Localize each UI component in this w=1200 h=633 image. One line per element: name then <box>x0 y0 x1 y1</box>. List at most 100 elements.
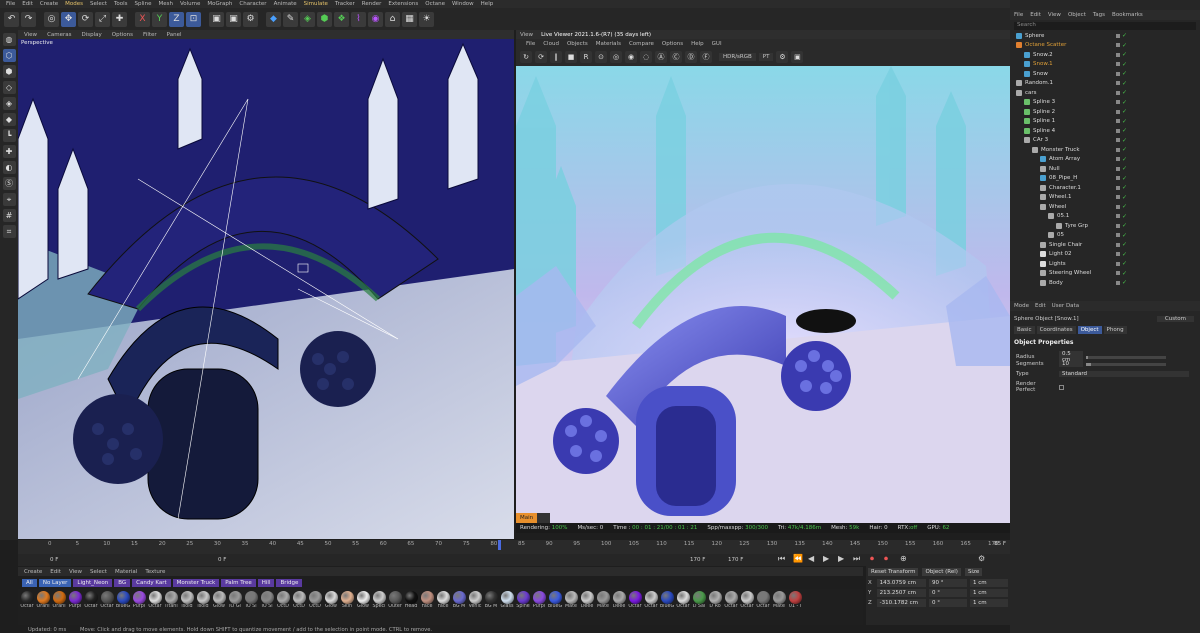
pick-material-icon[interactable]: ◉ <box>625 51 637 63</box>
record-icon[interactable]: ⏺ <box>870 554 874 564</box>
layer-tab-palm-tree[interactable]: Palm Tree <box>221 579 256 587</box>
rotation-x-field[interactable]: 90 ° <box>928 579 967 587</box>
object-menu-bookmarks[interactable]: Bookmarks <box>1112 12 1143 18</box>
visibility-dot[interactable] <box>1116 90 1120 95</box>
lock-icon[interactable]: ⊙ <box>595 51 607 63</box>
enabled-check-icon[interactable]: ✓ <box>1122 32 1127 39</box>
type-select[interactable]: Standard <box>1059 371 1189 377</box>
menu-window[interactable]: Window <box>452 1 474 7</box>
pick-focus-icon[interactable]: ◎ <box>610 51 622 63</box>
lock-workplane-icon[interactable]: ⌗ <box>2 225 16 238</box>
object-row[interactable]: 05 ✓ <box>1010 231 1200 241</box>
viewport-menu-filter[interactable]: Filter <box>143 32 157 38</box>
object-row[interactable]: CAr 3 ✓ <box>1010 136 1200 146</box>
material-item[interactable]: Titani <box>164 591 178 623</box>
menu-render[interactable]: Render <box>362 1 382 7</box>
object-row[interactable]: Spline 1 ✓ <box>1010 117 1200 127</box>
camera-icon[interactable]: ▦ <box>402 11 417 27</box>
material-item[interactable]: Glass <box>500 591 514 623</box>
material-item[interactable]: Purpl <box>532 591 546 623</box>
object-row[interactable]: Character.1 ✓ <box>1010 183 1200 193</box>
material-item[interactable]: IO Gl <box>228 591 242 623</box>
visibility-dot[interactable] <box>1116 176 1120 181</box>
deformer-icon[interactable]: ⌇ <box>351 11 366 27</box>
end-frame-field[interactable]: 170 F <box>690 557 705 563</box>
live-viewer-menu-help[interactable]: Help <box>691 41 704 47</box>
enabled-check-icon[interactable]: ✓ <box>1122 203 1127 210</box>
material-menu-view[interactable]: View <box>69 569 82 575</box>
enabled-check-icon[interactable]: ✓ <box>1122 232 1127 239</box>
tab-view[interactable]: View <box>520 32 533 38</box>
live-selection-icon[interactable]: ◎ <box>44 11 59 27</box>
material-item[interactable]: BlueG <box>116 591 130 623</box>
restart-render-icon[interactable]: ⟳ <box>535 51 547 63</box>
object-menu-file[interactable]: File <box>1014 12 1023 18</box>
pen-icon[interactable]: ✎ <box>283 11 298 27</box>
live-viewer-menu-file[interactable]: File <box>526 41 535 47</box>
viewport-menu-display[interactable]: Display <box>82 32 102 38</box>
size-x-field[interactable]: 1 cm <box>969 579 1008 587</box>
material-item[interactable]: Octar <box>100 591 114 623</box>
material-item[interactable]: Spine <box>516 591 530 623</box>
material-item[interactable]: Mate <box>772 591 786 623</box>
material-item[interactable]: Skin <box>340 591 354 623</box>
material-item[interactable]: IO Sl <box>260 591 274 623</box>
material-item[interactable]: IO Sl <box>244 591 258 623</box>
material-item[interactable]: Glow <box>356 591 370 623</box>
current-frame-field[interactable]: 0 F <box>218 557 226 563</box>
tweak-mode-icon[interactable]: ✚ <box>2 145 16 158</box>
material-item[interactable]: 01 - I <box>788 591 802 623</box>
material-item[interactable]: Octar <box>676 591 690 623</box>
tab-extra[interactable] <box>537 513 551 523</box>
material-item[interactable]: Octar <box>724 591 738 623</box>
segments-slider[interactable] <box>1086 362 1166 366</box>
menu-help[interactable]: Help <box>481 1 494 7</box>
material-item[interactable]: OctD <box>292 591 306 623</box>
play-icon[interactable]: ▶ <box>823 554 829 563</box>
rotate-tool-icon[interactable]: ⟳ <box>78 11 93 27</box>
live-viewer-menu-materials[interactable]: Materials <box>596 41 621 47</box>
points-mode-icon[interactable]: ◇ <box>2 81 16 94</box>
visibility-dot[interactable] <box>1116 271 1120 276</box>
reset-transform-button[interactable]: Reset Transform <box>868 568 919 576</box>
material-item[interactable]: Octar <box>740 591 754 623</box>
attribute-tab-phong[interactable]: Phong <box>1103 326 1127 334</box>
pause-render-icon[interactable]: ‖ <box>550 51 562 63</box>
y-axis-icon[interactable]: Y <box>152 11 167 27</box>
layer-tab-light-neon[interactable]: Light_Neon <box>73 579 113 587</box>
live-viewer-menu-gui[interactable]: GUI <box>712 41 722 47</box>
z-axis-icon[interactable]: Z <box>169 11 184 27</box>
material-item[interactable]: Orani <box>52 591 66 623</box>
x-axis-icon[interactable]: X <box>135 11 150 27</box>
menu-octane[interactable]: Octane <box>425 1 445 7</box>
grid-icon[interactable]: # <box>2 209 16 222</box>
material-item[interactable]: BG M <box>484 591 498 623</box>
material-item[interactable]: Octar <box>628 591 642 623</box>
render-perfect-checkbox[interactable] <box>1059 384 1064 390</box>
edges-mode-icon[interactable]: ◈ <box>2 97 16 110</box>
live-viewer-render[interactable] <box>516 66 1010 523</box>
object-menu-view[interactable]: View <box>1048 12 1061 18</box>
material-item[interactable]: OctD <box>276 591 290 623</box>
enabled-check-icon[interactable]: ✓ <box>1122 70 1127 77</box>
rotation-y-field[interactable]: 0 ° <box>928 589 967 597</box>
material-item[interactable]: Deee <box>580 591 594 623</box>
menu-file[interactable]: File <box>6 1 15 7</box>
start-frame-field[interactable]: 0 F <box>50 557 58 563</box>
go-end-icon[interactable]: ⏭ <box>853 554 860 564</box>
enabled-check-icon[interactable]: ✓ <box>1122 80 1127 87</box>
render-view-icon[interactable]: ▣ <box>209 11 224 27</box>
menu-simulate[interactable]: Simulate <box>304 1 328 7</box>
menu-volume[interactable]: Volume <box>180 1 200 7</box>
tab-live-viewer[interactable]: Live Viewer 2021.1.6-(R7) (35 days left) <box>541 32 651 38</box>
viewport-menu-cameras[interactable]: Cameras <box>47 32 71 38</box>
enabled-check-icon[interactable]: ✓ <box>1122 251 1127 258</box>
material-item[interactable]: Vehic <box>468 591 482 623</box>
material-item[interactable]: Deee <box>612 591 626 623</box>
material-item[interactable]: Octar <box>756 591 770 623</box>
attribute-menu-mode[interactable]: Mode <box>1014 303 1029 309</box>
axis-mode-icon[interactable]: ┗ <box>2 129 16 142</box>
object-row[interactable]: Snow.2 ✓ <box>1010 50 1200 60</box>
material-item[interactable]: Purpl <box>68 591 82 623</box>
segments-field[interactable]: 10 <box>1059 361 1083 367</box>
